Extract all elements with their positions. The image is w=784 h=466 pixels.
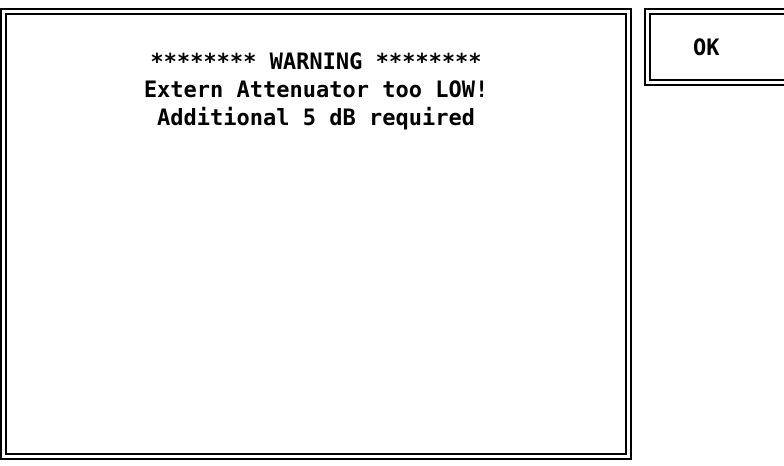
ok-button-label: OK — [693, 36, 720, 61]
ok-button-frame: OK — [649, 13, 784, 81]
ok-button[interactable]: OK — [644, 8, 784, 86]
warning-message-frame: ******** WARNING ******** Extern Attenua… — [5, 13, 627, 455]
warning-message-panel: ******** WARNING ******** Extern Attenua… — [0, 8, 632, 460]
warning-line-attenuator: Extern Attenuator too LOW! — [143, 78, 489, 103]
warning-message-text: ******** WARNING ******** Extern Attenua… — [7, 49, 625, 133]
warning-heading: ******** WARNING ******** — [150, 50, 482, 75]
warning-line-required: Additional 5 dB required — [157, 106, 475, 131]
